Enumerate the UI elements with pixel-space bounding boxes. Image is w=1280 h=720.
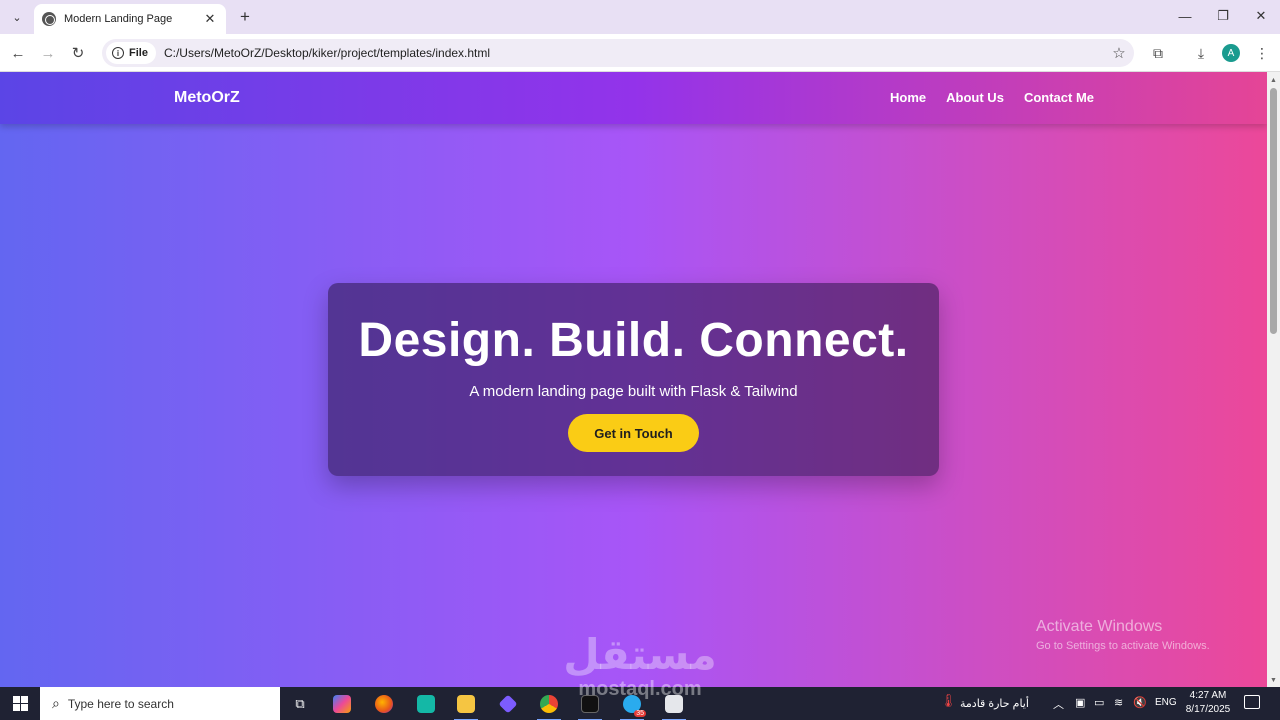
nav-link-contact[interactable]: Contact Me — [1024, 90, 1094, 105]
thermometer-icon[interactable]: 🌡 — [940, 693, 957, 709]
close-tab-icon[interactable]: ✕ — [202, 11, 218, 27]
task-view-icon[interactable]: ⧉ — [284, 691, 316, 717]
minimize-icon[interactable]: — — [1166, 4, 1204, 28]
activate-subtitle: Go to Settings to activate Windows. — [1036, 640, 1210, 652]
page-scrollbar[interactable]: ▲ ▼ — [1267, 72, 1280, 687]
wifi-icon[interactable]: ≋ — [1114, 696, 1123, 709]
clock-date: 8/17/2025 — [1185, 704, 1231, 715]
activate-windows-notice: Activate Windows Go to Settings to activ… — [1036, 618, 1210, 652]
taskbar-search[interactable]: ⌕ Type here to search — [40, 687, 280, 720]
globe-icon — [42, 12, 56, 26]
extensions-icon[interactable]: ⧉ — [1146, 41, 1170, 65]
file-label: File — [129, 47, 148, 59]
page-viewport: MetoOrZ Home About Us Contact Me Design.… — [0, 72, 1267, 687]
nav-link-about[interactable]: About Us — [946, 90, 1004, 105]
watermark: مستقل — [560, 632, 720, 678]
forward-icon[interactable]: → — [36, 41, 60, 65]
close-window-icon[interactable]: ✕ — [1242, 4, 1280, 28]
url-text[interactable]: C:/Users/MetoOrZ/Desktop/kiker/project/t… — [164, 46, 1104, 60]
telegram-badge: 35 — [634, 710, 646, 717]
tab-title: Modern Landing Page — [64, 13, 173, 25]
taskbar-clock[interactable]: 4:27 AM 8/17/2025 — [1180, 689, 1236, 717]
nav-link-home[interactable]: Home — [890, 90, 926, 105]
address-bar[interactable]: i File C:/Users/MetoOrZ/Desktop/kiker/pr… — [102, 39, 1134, 67]
firefox-icon[interactable] — [368, 691, 400, 717]
nav-links: Home About Us Contact Me — [890, 90, 1094, 105]
file-explorer-icon[interactable] — [450, 691, 482, 720]
language-indicator[interactable]: ENG — [1155, 697, 1177, 708]
start-button[interactable] — [0, 687, 40, 720]
scroll-up-icon[interactable]: ▲ — [1267, 74, 1280, 86]
reload-icon[interactable]: ↻ — [66, 41, 90, 65]
search-icon: ⌕ — [52, 695, 60, 711]
bookmark-star-icon[interactable]: ☆ — [1104, 44, 1134, 62]
site-info-chip[interactable]: i File — [106, 42, 156, 64]
activate-title: Activate Windows — [1036, 618, 1163, 635]
windows-logo-icon — [12, 696, 28, 711]
watermark-arabic: مستقل — [563, 631, 717, 678]
get-in-touch-button[interactable]: Get in Touch — [568, 414, 699, 452]
hero-title: Design. Build. Connect. — [358, 314, 909, 367]
profile-avatar[interactable]: A — [1222, 44, 1240, 62]
tab-strip: ⌄ Modern Landing Page ✕ + — ❐ ✕ — [0, 0, 1280, 34]
back-icon[interactable]: ← — [6, 41, 30, 65]
site-navbar: MetoOrZ Home About Us Contact Me — [0, 72, 1267, 124]
weather-text[interactable]: أيام حارة قادمة — [960, 697, 1029, 710]
menu-kebab-icon[interactable]: ⋮ — [1250, 41, 1274, 65]
clock-time: 4:27 AM — [1189, 690, 1227, 701]
download-icon[interactable]: ⤓ — [1189, 41, 1213, 65]
speaker-muted-icon[interactable]: 🔇 — [1133, 696, 1147, 709]
notification-icon[interactable] — [1244, 695, 1260, 709]
chevron-up-icon[interactable]: ︿ — [1053, 696, 1064, 712]
scroll-thumb[interactable] — [1270, 88, 1277, 334]
battery-icon[interactable]: ▭ — [1094, 696, 1104, 709]
browser-toolbar: ← → ↻ i File C:/Users/MetoOrZ/Desktop/ki… — [0, 34, 1280, 72]
copilot-icon[interactable] — [326, 691, 358, 717]
tab-search-chevron-icon[interactable]: ⌄ — [6, 6, 28, 28]
search-placeholder: Type here to search — [67, 696, 174, 711]
app-bolt-icon[interactable] — [410, 691, 442, 717]
site-brand[interactable]: MetoOrZ — [174, 89, 240, 107]
new-tab-button[interactable]: + — [234, 6, 256, 28]
meet-now-icon[interactable]: ▣ — [1075, 696, 1085, 709]
restore-icon[interactable]: ❐ — [1204, 4, 1242, 28]
watermark-latin: mostaql.com — [578, 678, 702, 700]
app-crystal-icon[interactable] — [492, 691, 524, 717]
info-icon: i — [112, 47, 124, 59]
scroll-down-icon[interactable]: ▼ — [1267, 674, 1280, 686]
browser-tab[interactable]: Modern Landing Page ✕ — [34, 4, 226, 34]
hero-card: Design. Build. Connect. A modern landing… — [328, 283, 939, 476]
hero-subtitle: A modern landing page built with Flask &… — [469, 383, 798, 400]
